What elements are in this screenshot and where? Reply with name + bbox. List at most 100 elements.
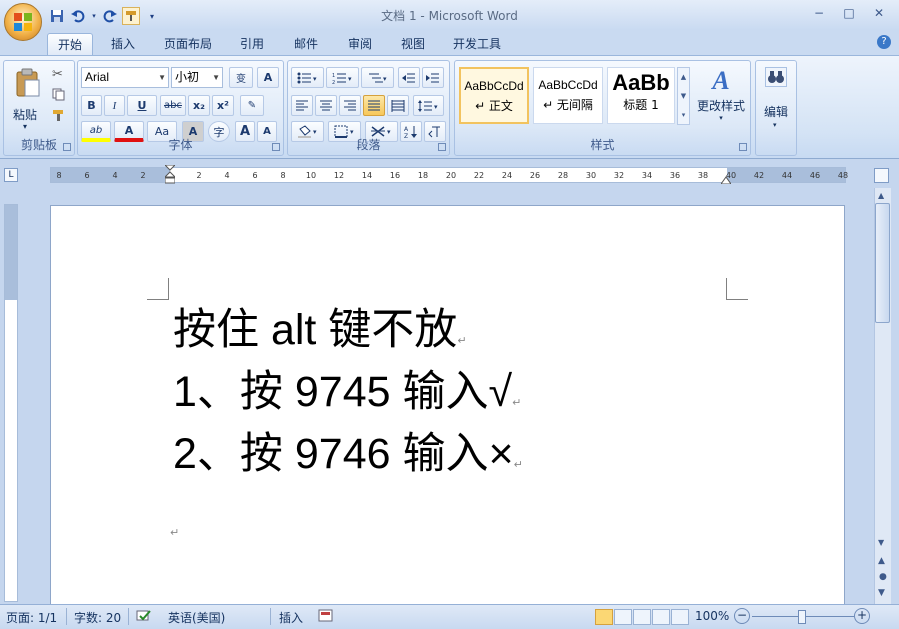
- ruler-tick: 12: [333, 171, 345, 180]
- copy-icon[interactable]: [52, 88, 65, 104]
- maximize-button[interactable]: □: [835, 4, 863, 22]
- underline-button[interactable]: U: [127, 95, 157, 116]
- style-normal[interactable]: AaBbCcDd ↵ 正文: [459, 67, 529, 124]
- indent-marker-icon[interactable]: [163, 164, 177, 185]
- tab-selector-icon[interactable]: L: [4, 168, 18, 182]
- zoom-in-icon[interactable]: +: [854, 608, 870, 624]
- next-page-icon[interactable]: ▼: [878, 588, 885, 598]
- align-right-icon[interactable]: [339, 95, 361, 116]
- tab-review[interactable]: 审阅: [337, 33, 383, 56]
- distributed-icon[interactable]: [387, 95, 409, 116]
- scrollbar-thumb[interactable]: [875, 203, 890, 323]
- full-screen-reading-icon[interactable]: [614, 609, 632, 625]
- styles-scroll[interactable]: ▲ ▼ ▾: [677, 67, 690, 125]
- tab-developer[interactable]: 开发工具: [444, 33, 510, 56]
- zoom-level[interactable]: 100%: [695, 609, 729, 623]
- align-center-icon[interactable]: [315, 95, 337, 116]
- superscript-button[interactable]: x²: [212, 95, 234, 116]
- font-group-label: 字体: [168, 138, 193, 152]
- zoom-slider-thumb[interactable]: [798, 610, 806, 624]
- right-indent-marker-icon[interactable]: [720, 173, 732, 185]
- chevron-down-icon: ▼: [212, 73, 220, 82]
- phonetic-guide-button[interactable]: 变: [229, 67, 253, 88]
- customize-icon[interactable]: ▾: [143, 7, 161, 25]
- tab-page-layout[interactable]: 页面布局: [155, 33, 221, 56]
- tab-home[interactable]: 开始: [47, 33, 93, 56]
- macro-record-icon[interactable]: [318, 609, 334, 626]
- prev-page-icon[interactable]: ▲: [878, 556, 885, 566]
- italic-button[interactable]: I: [104, 95, 125, 116]
- strikethrough-button[interactable]: abc: [160, 95, 186, 116]
- style-heading-1[interactable]: AaBb 标题 1: [607, 67, 675, 124]
- web-layout-icon[interactable]: [633, 609, 651, 625]
- font-name-combo[interactable]: Arial ▼: [81, 67, 169, 88]
- ruler-tick: 22: [473, 171, 485, 180]
- document-line-2[interactable]: 1、按 9745 输入√↵: [173, 366, 521, 429]
- tab-references[interactable]: 引用: [229, 33, 275, 56]
- clear-formatting-icon[interactable]: ✎: [240, 95, 264, 116]
- bold-button[interactable]: B: [81, 95, 102, 116]
- print-layout-view-icon[interactable]: [595, 609, 613, 625]
- scroll-up-icon[interactable]: ▲: [878, 191, 884, 200]
- svg-text:▾: ▾: [313, 75, 317, 83]
- minimize-button[interactable]: −: [805, 4, 833, 22]
- redo-icon[interactable]: [101, 7, 119, 25]
- cut-icon[interactable]: ✂: [52, 67, 63, 82]
- status-language[interactable]: 英语(美国): [168, 609, 225, 626]
- status-page[interactable]: 页面: 1/1: [6, 609, 57, 626]
- font-launcher-icon[interactable]: [272, 143, 280, 151]
- save-icon[interactable]: [48, 7, 66, 25]
- ruler-tick: 32: [613, 171, 625, 180]
- tab-insert[interactable]: 插入: [101, 33, 145, 56]
- bullets-icon[interactable]: ▾: [291, 67, 324, 88]
- close-button[interactable]: ✕: [865, 4, 893, 22]
- editing-label: 编辑: [764, 105, 789, 119]
- svg-text:▾: ▾: [350, 128, 354, 136]
- draft-view-icon[interactable]: [671, 609, 689, 625]
- status-insert-mode[interactable]: 插入: [279, 609, 303, 626]
- view-ruler-icon[interactable]: [874, 168, 889, 183]
- outline-view-icon[interactable]: [652, 609, 670, 625]
- undo-icon[interactable]: [69, 7, 87, 25]
- browse-object-icon[interactable]: ●: [879, 572, 887, 582]
- ruler-tick: 6: [252, 171, 258, 180]
- editing-button[interactable]: 编辑 ▾: [758, 65, 794, 135]
- justify-icon[interactable]: [363, 95, 385, 116]
- style-no-spacing[interactable]: AaBbCcDd ↵ 无间隔: [533, 67, 603, 124]
- style-sample: AaBbCcDd: [464, 79, 524, 93]
- svg-text:▾: ▾: [387, 128, 391, 136]
- change-styles-button[interactable]: A 更改样式 ▾: [693, 65, 749, 133]
- styles-launcher-icon[interactable]: [739, 143, 747, 151]
- document-line-1[interactable]: 按住 alt 键不放↵: [173, 304, 467, 367]
- paragraph-mark: ↵: [513, 459, 523, 471]
- char-border-button[interactable]: A: [257, 67, 279, 88]
- quick-access-toolbar: ▾ ▾: [48, 7, 161, 25]
- multilevel-list-icon[interactable]: ▾: [361, 67, 394, 88]
- proofing-icon[interactable]: [136, 609, 152, 626]
- office-button[interactable]: [4, 3, 42, 41]
- line-spacing-icon[interactable]: ▾: [413, 95, 444, 116]
- scroll-down-icon[interactable]: ▼: [878, 538, 884, 547]
- clipboard-launcher-icon[interactable]: [63, 143, 71, 151]
- status-words[interactable]: 字数: 20: [74, 609, 121, 626]
- format-painter-icon[interactable]: [122, 7, 140, 25]
- horizontal-ruler[interactable]: 8 6 4 2 2 4 6 8 10 12 14 16 18 20 22 24 26 28 30 32 34 36 38 40…: [50, 164, 848, 185]
- font-size-combo[interactable]: 小初 ▼: [171, 67, 223, 88]
- ruler-tick: 20: [445, 171, 457, 180]
- numbering-icon[interactable]: 1 2 ▾: [326, 67, 359, 88]
- vertical-ruler[interactable]: [4, 204, 18, 602]
- zoom-out-icon[interactable]: −: [734, 608, 750, 624]
- paste-button[interactable]: 粘贴 ▾: [9, 64, 45, 136]
- subscript-button[interactable]: x₂: [188, 95, 210, 116]
- document-line-3[interactable]: 2、按 9746 输入×↵: [173, 428, 523, 491]
- tab-mailings[interactable]: 邮件: [283, 33, 329, 56]
- ruler-tick: 18: [417, 171, 429, 180]
- decrease-indent-icon[interactable]: [398, 67, 420, 88]
- help-icon[interactable]: ?: [877, 35, 891, 49]
- increase-indent-icon[interactable]: [422, 67, 444, 88]
- align-left-icon[interactable]: [291, 95, 313, 116]
- undo-dropdown-icon[interactable]: ▾: [90, 7, 98, 25]
- paragraph-launcher-icon[interactable]: [438, 143, 446, 151]
- tab-view[interactable]: 视图: [390, 33, 436, 56]
- format-painter-icon[interactable]: [52, 109, 65, 125]
